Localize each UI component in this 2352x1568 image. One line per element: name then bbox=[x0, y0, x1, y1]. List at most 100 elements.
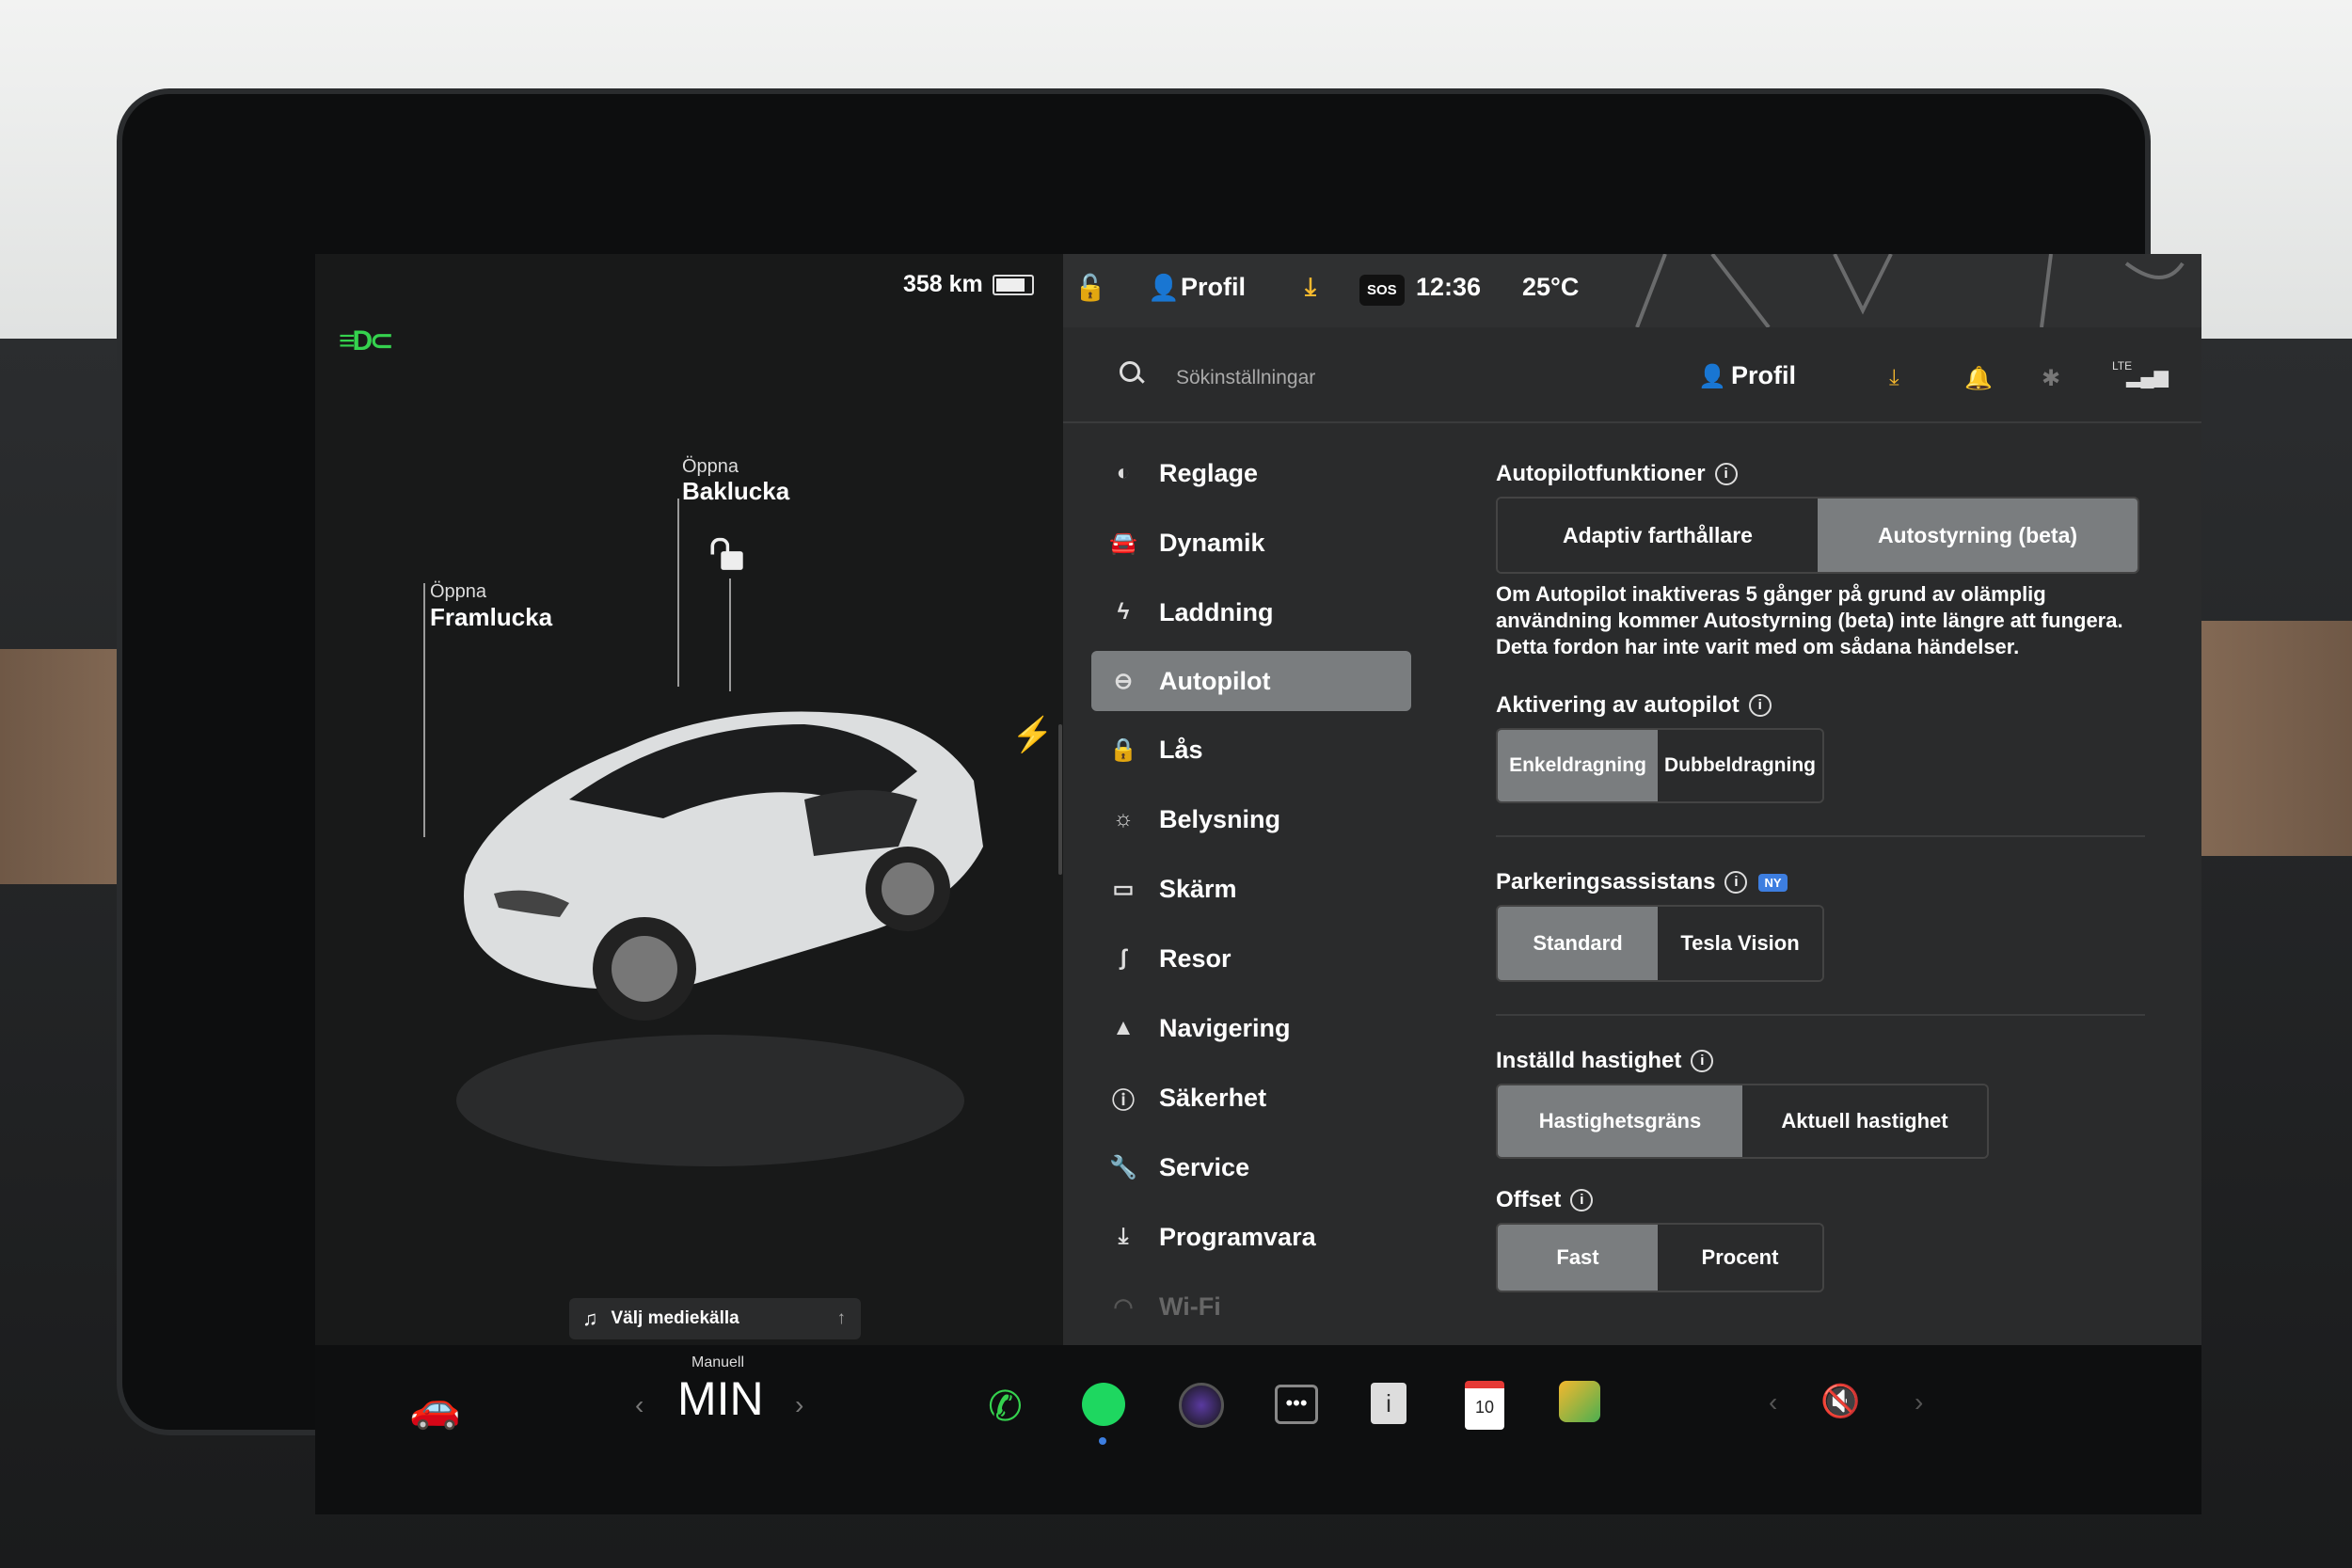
nav-label: Belysning bbox=[1159, 804, 1281, 833]
camera-icon[interactable] bbox=[1179, 1383, 1224, 1428]
open-rear-trunk-button[interactable]: Baklucka bbox=[682, 477, 789, 506]
toggle-icon: ◐ bbox=[1116, 460, 1131, 485]
spotify-icon[interactable] bbox=[1082, 1383, 1125, 1426]
gear-right-arrow-icon[interactable]: › bbox=[795, 1390, 803, 1420]
charge-port-icon[interactable]: ⚡ bbox=[1011, 715, 1054, 754]
calendar-icon[interactable]: 10 bbox=[1465, 1381, 1504, 1430]
gear-left-arrow-icon[interactable]: ‹ bbox=[635, 1390, 644, 1420]
nav-item-sakerhet[interactable]: ⓘ Säkerhet bbox=[1091, 1076, 1411, 1119]
nav-label: Skärm bbox=[1159, 874, 1237, 903]
section-offset: Offset i bbox=[1496, 1187, 2145, 1213]
info-icon[interactable]: i bbox=[1691, 1050, 1714, 1072]
section-title: Parkeringsassistans bbox=[1496, 869, 1716, 895]
bolt-icon: ϟ bbox=[1117, 599, 1130, 625]
bottom-dock: 🚗 ‹ Manuell MIN › ✆ ••• i 10 ‹ 🔇 › bbox=[315, 1345, 2201, 1514]
option-autosteer[interactable]: Autostyrning (beta) bbox=[1818, 499, 2137, 572]
nav-label: Autopilot bbox=[1159, 666, 1271, 695]
climate-temperature[interactable]: MIN bbox=[677, 1371, 764, 1426]
option-current-speed[interactable]: Aktuell hastighet bbox=[1742, 1085, 1987, 1157]
volume-up-arrow-icon[interactable]: › bbox=[1915, 1387, 1923, 1418]
option-tesla-vision[interactable]: Tesla Vision bbox=[1658, 907, 1822, 980]
option-adaptive-cruise[interactable]: Adaptiv farthållare bbox=[1498, 499, 1818, 572]
battery-range: 358 km bbox=[903, 271, 983, 297]
nav-label: Service bbox=[1159, 1152, 1250, 1181]
status-bar: 🔓 👤 Profil ⤓ SOS 12:36 25°C bbox=[1063, 254, 2201, 327]
nav-item-navigering[interactable]: ▲ Navigering bbox=[1091, 1006, 1411, 1050]
lock-icon: 🔒 bbox=[1109, 736, 1137, 763]
option-fixed[interactable]: Fast bbox=[1498, 1225, 1658, 1291]
divider bbox=[1496, 835, 2145, 837]
touchscreen: ≡D⊂ 358 km Öppna Baklucka Öppna Framluck… bbox=[315, 254, 2201, 1514]
section-title: Autopilotfunktioner bbox=[1496, 461, 1706, 486]
panel-resize-handle[interactable] bbox=[1058, 724, 1062, 875]
set-speed-selector: Hastighetsgräns Aktuell hastighet bbox=[1496, 1084, 1989, 1159]
nav-item-las[interactable]: 🔒 Lås bbox=[1091, 728, 1411, 771]
unlock-status-icon[interactable]: 🔓 bbox=[1074, 273, 1106, 303]
option-single-pull[interactable]: Enkeldragning bbox=[1498, 730, 1658, 801]
outside-temperature: 25°C bbox=[1522, 273, 1580, 301]
nav-label: Säkerhet bbox=[1159, 1083, 1267, 1112]
nav-item-programvara[interactable]: ⤓ Programvara bbox=[1091, 1215, 1411, 1259]
expand-up-icon[interactable]: ↑ bbox=[837, 1308, 847, 1329]
unlock-icon[interactable] bbox=[710, 537, 743, 570]
section-autopilot-activation: Aktivering av autopilot i bbox=[1496, 692, 2145, 719]
info-icon[interactable]: i bbox=[1714, 463, 1738, 485]
download-icon[interactable]: ⤓ bbox=[1305, 273, 1316, 303]
search-icon[interactable] bbox=[1120, 361, 1140, 382]
download-header-icon[interactable]: ⤓ bbox=[1889, 365, 1899, 391]
settings-panel: 🔓 👤 Profil ⤓ SOS 12:36 25°C Sökinställni… bbox=[1063, 254, 2201, 1345]
nav-item-autopilot[interactable]: ⊖ Autopilot bbox=[1091, 651, 1411, 711]
option-speed-limit[interactable]: Hastighetsgräns bbox=[1498, 1085, 1742, 1157]
open-front-trunk-button[interactable]: Framlucka bbox=[430, 603, 552, 632]
info-icon[interactable]: i bbox=[1570, 1189, 1594, 1212]
info-icon[interactable]: i bbox=[1748, 694, 1772, 717]
climate-mode-label: Manuell bbox=[691, 1354, 745, 1370]
nav-item-reglage[interactable]: ◐ Reglage bbox=[1091, 451, 1411, 495]
offset-selector: Fast Procent bbox=[1496, 1223, 1824, 1292]
sos-button[interactable]: SOS bbox=[1359, 275, 1405, 306]
car-icon[interactable]: 🚗 bbox=[409, 1383, 461, 1432]
front-trunk-hint: Öppna bbox=[430, 581, 487, 602]
volume-down-arrow-icon[interactable]: ‹ bbox=[1769, 1387, 1777, 1418]
active-app-dot bbox=[1099, 1437, 1106, 1445]
nav-item-skarm[interactable]: ▭ Skärm bbox=[1091, 867, 1411, 911]
profile-icon[interactable]: 👤 bbox=[1148, 273, 1180, 303]
search-input[interactable]: Sökinställningar bbox=[1176, 367, 1315, 389]
option-double-pull[interactable]: Dubbeldragning bbox=[1658, 730, 1822, 801]
mute-icon[interactable]: 🔇 bbox=[1820, 1383, 1860, 1420]
bell-icon[interactable]: 🔔 bbox=[1964, 365, 1993, 392]
autopilot-features-selector: Adaptiv farthållare Autostyrning (beta) bbox=[1496, 497, 2139, 574]
phone-icon[interactable]: ✆ bbox=[988, 1383, 1023, 1431]
bluetooth-icon[interactable]: ✱ bbox=[2042, 365, 2060, 392]
media-source-selector[interactable]: ♫ Välj mediekälla ↑ bbox=[569, 1298, 861, 1339]
signal-icon: ▂▄▆ bbox=[2126, 367, 2169, 388]
nav-item-dynamik[interactable]: 🚘 Dynamik bbox=[1091, 521, 1411, 564]
toybox-icon[interactable] bbox=[1559, 1381, 1600, 1422]
car-panel: ≡D⊂ 358 km Öppna Baklucka Öppna Framluck… bbox=[315, 254, 1063, 1345]
info-icon[interactable]: i bbox=[1724, 871, 1748, 894]
nav-label: Laddning bbox=[1159, 597, 1274, 626]
section-title: Offset bbox=[1496, 1187, 1562, 1212]
manual-icon[interactable]: i bbox=[1371, 1383, 1406, 1424]
profile-header-label[interactable]: Profil bbox=[1731, 361, 1796, 390]
section-set-speed: Inställd hastighet i bbox=[1496, 1048, 2145, 1074]
headlight-indicator-icon: ≡D⊂ bbox=[339, 325, 393, 356]
nav-item-belysning[interactable]: ☼ Belysning bbox=[1091, 798, 1411, 841]
autopilot-description: Om Autopilot inaktiveras 5 gånger på gru… bbox=[1496, 582, 2123, 658]
more-apps-icon[interactable]: ••• bbox=[1275, 1385, 1318, 1424]
nav-item-service[interactable]: 🔧 Service bbox=[1091, 1146, 1411, 1189]
option-percent[interactable]: Procent bbox=[1658, 1225, 1822, 1291]
nav-item-wifi[interactable]: ◠ Wi-Fi bbox=[1091, 1285, 1411, 1328]
nav-item-resor[interactable]: ʃ Resor bbox=[1091, 937, 1411, 980]
divider bbox=[1496, 1014, 2145, 1016]
profile-status[interactable]: Profil bbox=[1181, 273, 1246, 302]
sun-icon: ☼ bbox=[1113, 806, 1134, 832]
profile-header-icon[interactable]: 👤 bbox=[1698, 363, 1726, 390]
section-autopilot-features: Autopilotfunktioner i bbox=[1496, 461, 2145, 487]
section-title: Inställd hastighet bbox=[1496, 1048, 1682, 1073]
nav-label: Wi-Fi bbox=[1159, 1291, 1221, 1321]
section-parking-assist: Parkeringsassistans i NY bbox=[1496, 869, 2145, 895]
section-title: Aktivering av autopilot bbox=[1496, 692, 1740, 718]
option-standard[interactable]: Standard bbox=[1498, 907, 1658, 980]
nav-item-laddning[interactable]: ϟ Laddning bbox=[1091, 591, 1411, 634]
